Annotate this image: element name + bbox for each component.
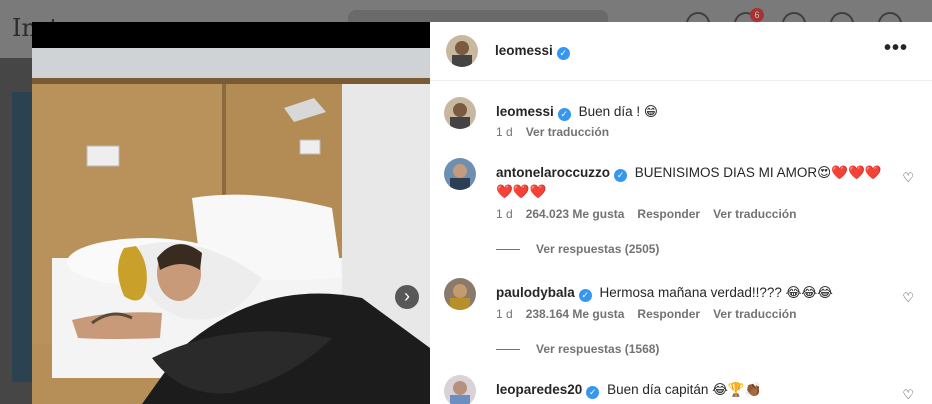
- comment-text: Buen día capitán 😂🏆👏🏾: [607, 382, 762, 397]
- caption-meta: 1 d Ver traducción: [496, 125, 609, 139]
- comment-meta: 1 d 264.023 Me gusta Responder Ver tradu…: [496, 207, 796, 221]
- verified-icon: ✓: [614, 169, 628, 182]
- comment-username[interactable]: paulodybala ✓: [496, 285, 592, 302]
- verified-icon: ✓: [557, 108, 571, 121]
- comment-time[interactable]: 1 d: [496, 207, 513, 221]
- next-photo-button[interactable]: ›: [395, 285, 419, 309]
- comment-likes[interactable]: 264.023 Me gusta: [526, 207, 625, 221]
- comment-username[interactable]: leoparedes20 ✓: [496, 382, 600, 399]
- comment-text: Hermosa mañana verdad!!??? 😂😂😂: [599, 285, 833, 300]
- comment-text-block: antonelaroccuzzo ✓ BUENISIMOS DIAS MI AMO…: [496, 163, 896, 201]
- comment-time[interactable]: 1 d: [496, 307, 513, 321]
- reply-button[interactable]: Responder: [637, 207, 700, 221]
- replies-divider-line: [496, 248, 520, 250]
- more-options-button[interactable]: •••: [884, 37, 908, 60]
- commenter-avatar[interactable]: [444, 375, 476, 404]
- comment-text-block: leoparedes20 ✓ Buen día capitán 😂🏆👏🏾: [496, 380, 896, 399]
- caption-translate-link[interactable]: Ver traducción: [526, 125, 609, 139]
- view-replies-label: Ver respuestas (1568): [536, 342, 660, 356]
- caption-text: Buen día ! 😁: [578, 104, 658, 119]
- like-heart-icon[interactable]: ♡: [902, 290, 914, 306]
- translate-link[interactable]: Ver traducción: [713, 207, 796, 221]
- post-photo: [32, 48, 430, 404]
- verified-icon: ✓: [578, 289, 592, 302]
- caption-time[interactable]: 1 d: [496, 125, 513, 139]
- comment-username[interactable]: antonelaroccuzzo ✓: [496, 165, 628, 182]
- author-avatar[interactable]: [446, 35, 478, 67]
- notification-badge: 6: [750, 8, 764, 22]
- caption-username[interactable]: leomessi ✓: [496, 104, 571, 121]
- view-replies-label: Ver respuestas (2505): [536, 242, 660, 256]
- translate-link[interactable]: Ver traducción: [713, 307, 796, 321]
- post-details-panel: leomessi ✓ ••• leomessi ✓ Buen día ! 😁 1 d…: [430, 22, 932, 404]
- caption-text-block: leomessi ✓ Buen día ! 😁: [496, 102, 896, 121]
- reply-button[interactable]: Responder: [637, 307, 700, 321]
- view-replies-button[interactable]: Ver respuestas (1568): [496, 342, 659, 356]
- verified-icon: ✓: [556, 47, 570, 60]
- background-story-image: [12, 92, 34, 382]
- comment-text-block: paulodybala ✓ Hermosa mañana verdad!!??? …: [496, 283, 896, 302]
- like-heart-icon[interactable]: ♡: [902, 387, 914, 403]
- verified-icon: ✓: [586, 386, 600, 399]
- comment-meta: 1 d 238.164 Me gusta Responder Ver tradu…: [496, 307, 796, 321]
- author-username[interactable]: leomessi ✓: [495, 43, 570, 60]
- replies-divider-line: [496, 348, 520, 350]
- comment-likes[interactable]: 238.164 Me gusta: [526, 307, 625, 321]
- post-header: leomessi ✓ •••: [430, 22, 932, 81]
- commenter-avatar[interactable]: [444, 278, 476, 310]
- like-heart-icon[interactable]: ♡: [902, 170, 914, 186]
- commenter-avatar[interactable]: [444, 158, 476, 190]
- caption-author-avatar[interactable]: [444, 97, 476, 129]
- view-replies-button[interactable]: Ver respuestas (2505): [496, 242, 659, 256]
